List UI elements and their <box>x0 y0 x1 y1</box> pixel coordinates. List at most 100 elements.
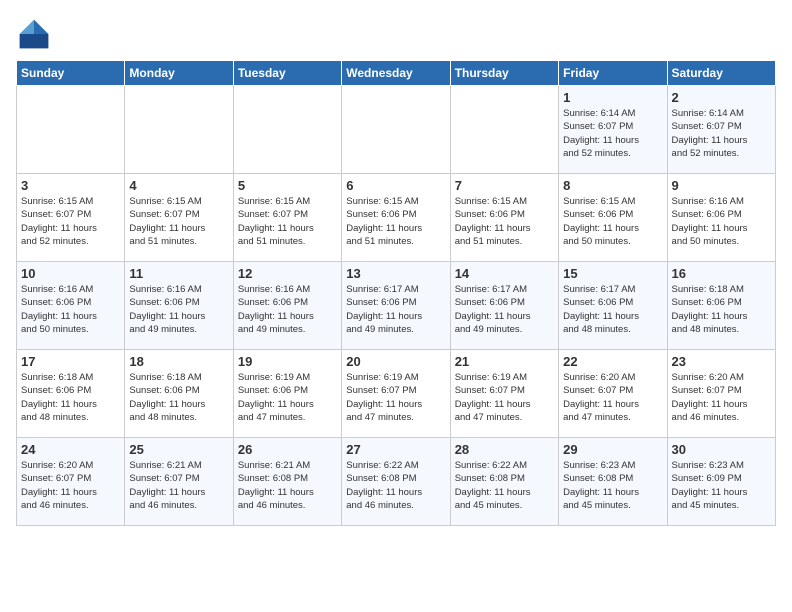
calendar-cell <box>342 86 450 174</box>
day-number: 4 <box>129 178 228 193</box>
day-info: Sunrise: 6:15 AM Sunset: 6:06 PM Dayligh… <box>346 195 445 248</box>
weekday-header: Saturday <box>667 61 775 86</box>
calendar-cell <box>125 86 233 174</box>
logo-icon <box>16 16 52 52</box>
calendar-cell: 1 Sunrise: 6:14 AM Sunset: 6:07 PM Daylig… <box>559 86 667 174</box>
day-number: 8 <box>563 178 662 193</box>
calendar-cell: 12Sunrise: 6:16 AM Sunset: 6:06 PM Dayli… <box>233 262 341 350</box>
calendar-week-row: 1 Sunrise: 6:14 AM Sunset: 6:07 PM Daylig… <box>17 86 776 174</box>
day-number: 13 <box>346 266 445 281</box>
calendar-cell: 24 Sunrise: 6:20 AM Sunset: 6:07 PM Dayli… <box>17 438 125 526</box>
calendar-cell: 2Sunrise: 6:14 AM Sunset: 6:07 PM Daylig… <box>667 86 775 174</box>
day-info: Sunrise: 6:23 AM Sunset: 6:08 PM Dayligh… <box>563 459 662 512</box>
calendar-cell <box>450 86 558 174</box>
calendar-cell <box>233 86 341 174</box>
day-number: 6 <box>346 178 445 193</box>
calendar-cell: 4 Sunrise: 6:15 AM Sunset: 6:07 PM Daylig… <box>125 174 233 262</box>
calendar-cell: 30Sunrise: 6:23 AM Sunset: 6:09 PM Dayli… <box>667 438 775 526</box>
calendar-week-row: 3 Sunrise: 6:15 AM Sunset: 6:07 PM Daylig… <box>17 174 776 262</box>
day-info: Sunrise: 6:17 AM Sunset: 6:06 PM Dayligh… <box>455 283 554 336</box>
day-number: 30 <box>672 442 771 457</box>
day-info: Sunrise: 6:20 AM Sunset: 6:07 PM Dayligh… <box>672 371 771 424</box>
day-number: 20 <box>346 354 445 369</box>
day-number: 17 <box>21 354 120 369</box>
weekday-header: Thursday <box>450 61 558 86</box>
day-number: 23 <box>672 354 771 369</box>
calendar-week-row: 17 Sunrise: 6:18 AM Sunset: 6:06 PM Dayli… <box>17 350 776 438</box>
day-number: 18 <box>129 354 228 369</box>
calendar-cell: 20 Sunrise: 6:19 AM Sunset: 6:07 PM Dayli… <box>342 350 450 438</box>
day-info: Sunrise: 6:14 AM Sunset: 6:07 PM Dayligh… <box>563 107 662 160</box>
calendar-cell: 19 Sunrise: 6:19 AM Sunset: 6:06 PM Dayli… <box>233 350 341 438</box>
day-info: Sunrise: 6:22 AM Sunset: 6:08 PM Dayligh… <box>455 459 554 512</box>
day-number: 14 <box>455 266 554 281</box>
calendar-cell: 16 Sunrise: 6:18 AM Sunset: 6:06 PM Dayli… <box>667 262 775 350</box>
calendar-cell: 6 Sunrise: 6:15 AM Sunset: 6:06 PM Daylig… <box>342 174 450 262</box>
day-number: 5 <box>238 178 337 193</box>
day-number: 26 <box>238 442 337 457</box>
calendar-cell: 29Sunrise: 6:23 AM Sunset: 6:08 PM Dayli… <box>559 438 667 526</box>
calendar-cell: 17Sunrise: 6:18 AM Sunset: 6:06 PM Dayli… <box>17 350 125 438</box>
day-info: Sunrise: 6:21 AM Sunset: 6:08 PM Dayligh… <box>238 459 337 512</box>
calendar-cell: 9 Sunrise: 6:16 AM Sunset: 6:06 PM Daylig… <box>667 174 775 262</box>
day-info: Sunrise: 6:15 AM Sunset: 6:07 PM Dayligh… <box>129 195 228 248</box>
day-number: 27 <box>346 442 445 457</box>
weekday-header: Tuesday <box>233 61 341 86</box>
day-number: 15 <box>563 266 662 281</box>
calendar-cell: 13 Sunrise: 6:17 AM Sunset: 6:06 PM Dayli… <box>342 262 450 350</box>
weekday-header: Wednesday <box>342 61 450 86</box>
day-info: Sunrise: 6:15 AM Sunset: 6:06 PM Dayligh… <box>563 195 662 248</box>
calendar-week-row: 10 Sunrise: 6:16 AM Sunset: 6:06 PM Dayli… <box>17 262 776 350</box>
page-header <box>16 16 776 52</box>
day-info: Sunrise: 6:20 AM Sunset: 6:07 PM Dayligh… <box>21 459 120 512</box>
day-number: 25 <box>129 442 228 457</box>
day-number: 3 <box>21 178 120 193</box>
day-info: Sunrise: 6:21 AM Sunset: 6:07 PM Dayligh… <box>129 459 228 512</box>
day-info: Sunrise: 6:16 AM Sunset: 6:06 PM Dayligh… <box>21 283 120 336</box>
day-info: Sunrise: 6:15 AM Sunset: 6:07 PM Dayligh… <box>238 195 337 248</box>
calendar-cell: 7 Sunrise: 6:15 AM Sunset: 6:06 PM Daylig… <box>450 174 558 262</box>
day-number: 9 <box>672 178 771 193</box>
day-number: 11 <box>129 266 228 281</box>
calendar-week-row: 24 Sunrise: 6:20 AM Sunset: 6:07 PM Dayli… <box>17 438 776 526</box>
day-info: Sunrise: 6:17 AM Sunset: 6:06 PM Dayligh… <box>563 283 662 336</box>
day-info: Sunrise: 6:16 AM Sunset: 6:06 PM Dayligh… <box>129 283 228 336</box>
day-info: Sunrise: 6:15 AM Sunset: 6:07 PM Dayligh… <box>21 195 120 248</box>
calendar-cell: 27Sunrise: 6:22 AM Sunset: 6:08 PM Dayli… <box>342 438 450 526</box>
day-info: Sunrise: 6:19 AM Sunset: 6:06 PM Dayligh… <box>238 371 337 424</box>
day-number: 28 <box>455 442 554 457</box>
calendar-cell: 8 Sunrise: 6:15 AM Sunset: 6:06 PM Daylig… <box>559 174 667 262</box>
weekday-header-row: SundayMondayTuesdayWednesdayThursdayFrid… <box>17 61 776 86</box>
weekday-header: Sunday <box>17 61 125 86</box>
day-info: Sunrise: 6:15 AM Sunset: 6:06 PM Dayligh… <box>455 195 554 248</box>
day-number: 16 <box>672 266 771 281</box>
calendar-cell: 10 Sunrise: 6:16 AM Sunset: 6:06 PM Dayli… <box>17 262 125 350</box>
day-number: 2 <box>672 90 771 105</box>
calendar-cell <box>17 86 125 174</box>
day-info: Sunrise: 6:20 AM Sunset: 6:07 PM Dayligh… <box>563 371 662 424</box>
calendar-cell: 14 Sunrise: 6:17 AM Sunset: 6:06 PM Dayli… <box>450 262 558 350</box>
calendar-cell: 5 Sunrise: 6:15 AM Sunset: 6:07 PM Daylig… <box>233 174 341 262</box>
day-number: 22 <box>563 354 662 369</box>
day-info: Sunrise: 6:19 AM Sunset: 6:07 PM Dayligh… <box>346 371 445 424</box>
day-number: 7 <box>455 178 554 193</box>
calendar-cell: 15 Sunrise: 6:17 AM Sunset: 6:06 PM Dayli… <box>559 262 667 350</box>
logo <box>16 16 56 52</box>
calendar-cell: 28 Sunrise: 6:22 AM Sunset: 6:08 PM Dayli… <box>450 438 558 526</box>
day-info: Sunrise: 6:18 AM Sunset: 6:06 PM Dayligh… <box>129 371 228 424</box>
weekday-header: Monday <box>125 61 233 86</box>
day-info: Sunrise: 6:16 AM Sunset: 6:06 PM Dayligh… <box>672 195 771 248</box>
day-info: Sunrise: 6:17 AM Sunset: 6:06 PM Dayligh… <box>346 283 445 336</box>
day-number: 19 <box>238 354 337 369</box>
day-number: 12 <box>238 266 337 281</box>
day-number: 1 <box>563 90 662 105</box>
day-number: 24 <box>21 442 120 457</box>
calendar-cell: 25 Sunrise: 6:21 AM Sunset: 6:07 PM Dayli… <box>125 438 233 526</box>
calendar-cell: 26 Sunrise: 6:21 AM Sunset: 6:08 PM Dayli… <box>233 438 341 526</box>
day-number: 10 <box>21 266 120 281</box>
calendar-cell: 23 Sunrise: 6:20 AM Sunset: 6:07 PM Dayli… <box>667 350 775 438</box>
day-info: Sunrise: 6:19 AM Sunset: 6:07 PM Dayligh… <box>455 371 554 424</box>
day-info: Sunrise: 6:18 AM Sunset: 6:06 PM Dayligh… <box>672 283 771 336</box>
calendar-cell: 21Sunrise: 6:19 AM Sunset: 6:07 PM Dayli… <box>450 350 558 438</box>
weekday-header: Friday <box>559 61 667 86</box>
